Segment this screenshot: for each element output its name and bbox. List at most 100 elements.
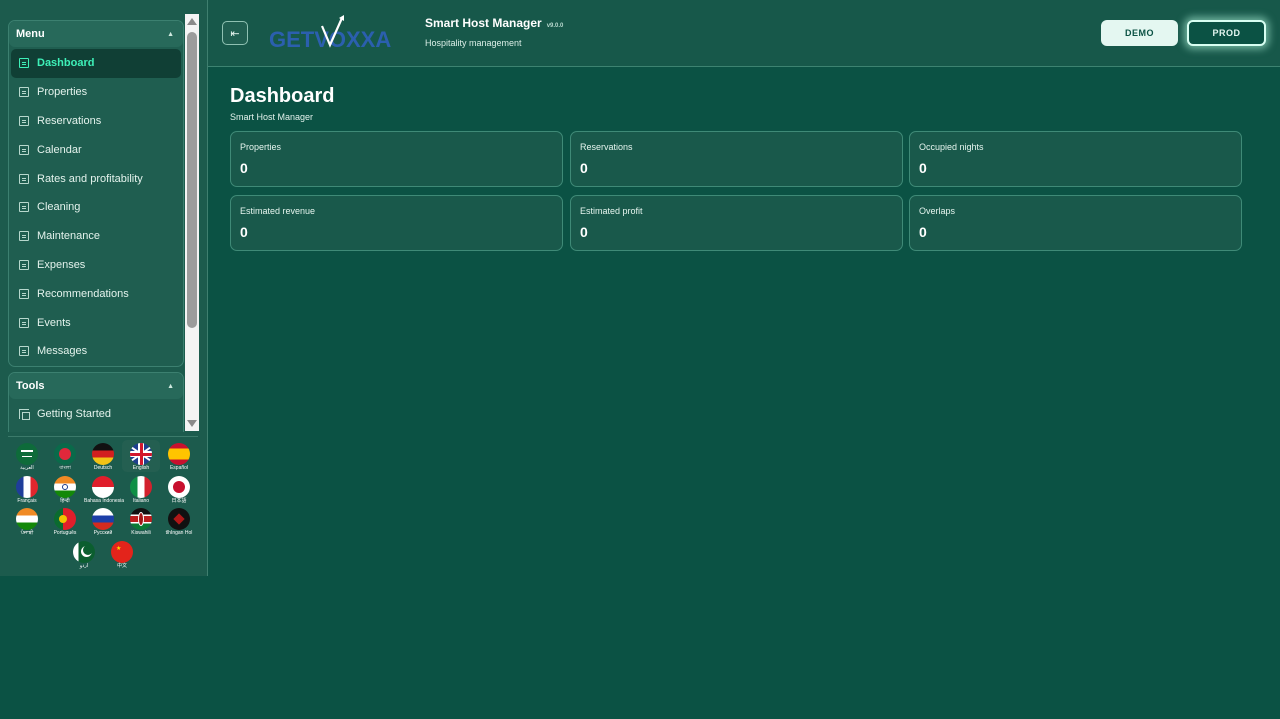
language-german[interactable]: Deutsch: [84, 443, 122, 472]
stat-card-estimated-profit: Estimated profit 0: [570, 195, 903, 251]
language-french[interactable]: Français: [8, 476, 46, 505]
language-punjabi[interactable]: ਪੰਜਾਬੀ: [8, 508, 46, 537]
language-label: English: [132, 465, 150, 471]
language-arabic[interactable]: العربية: [8, 443, 46, 472]
sidebar-item-label: Properties: [37, 86, 88, 99]
sidebar-item-label: Getting Started: [37, 408, 111, 421]
language-russian[interactable]: Русский: [84, 508, 122, 537]
portugal-flag-icon: [54, 508, 76, 530]
saudi-flag-icon: [16, 443, 38, 465]
page-icon: [19, 259, 29, 270]
stat-label: Overlaps: [919, 206, 956, 216]
sidebar-item-reservations[interactable]: Reservations: [9, 107, 183, 136]
sidebar-item-messages[interactable]: Messages: [9, 337, 183, 366]
menu-section-header[interactable]: Menu ▲: [9, 21, 183, 47]
scroll-up-arrow-icon[interactable]: [187, 18, 197, 25]
stat-value: 0: [240, 224, 248, 240]
germany-flag-icon: [92, 443, 114, 465]
language-label: ਪੰਜਾਬੀ: [20, 530, 34, 536]
sidebar-item-recommendations[interactable]: Recommendations: [9, 279, 183, 308]
language-selector: العربية বাংলা Deutsch English Español Fr…: [0, 440, 200, 576]
language-klingon[interactable]: tlhIngan Hol: [160, 508, 198, 537]
france-flag-icon: [16, 476, 38, 498]
getvoxxa-logo: GETVOXXA: [269, 15, 391, 52]
tools-section: Tools ▲ Getting Started: [8, 372, 184, 432]
language-label: tlhIngan Hol: [165, 530, 193, 536]
sidebar-item-maintenance[interactable]: Maintenance: [9, 222, 183, 251]
prod-button[interactable]: PROD: [1187, 20, 1266, 46]
language-hindi[interactable]: हिन्दी: [46, 476, 84, 505]
demo-button[interactable]: DEMO: [1101, 20, 1178, 46]
kenya-flag-icon: [130, 508, 152, 530]
language-bengali[interactable]: বাংলা: [46, 443, 84, 472]
page-icon: [19, 87, 29, 98]
sidebar-item-events[interactable]: Events: [9, 308, 183, 337]
sidebar-item-dashboard[interactable]: Dashboard: [11, 49, 181, 78]
page-icon: [19, 202, 29, 213]
page-subtitle: Smart Host Manager: [230, 112, 314, 122]
language-chinese[interactable]: ★ 中文: [103, 541, 141, 570]
sidebar-item-label: Reservations: [37, 114, 102, 127]
stat-value: 0: [919, 160, 927, 176]
sidebar-toggle-button[interactable]: ⇤: [222, 21, 248, 45]
tools-section-title: Tools: [16, 380, 45, 392]
sidebar-item-properties[interactable]: Properties: [9, 78, 183, 107]
sidebar-item-label: Expenses: [37, 258, 86, 271]
sidebar-item-label: Dashboard: [37, 57, 95, 70]
language-label: Português: [53, 530, 77, 536]
language-indonesian[interactable]: Bahasa Indonesia: [84, 476, 124, 505]
uk-flag-icon: [130, 443, 152, 465]
collapse-sidebar-icon: ⇤: [230, 27, 240, 40]
sidebar-item-label: Rates and profitability: [37, 172, 143, 185]
sidebar-item-expenses[interactable]: Expenses: [9, 251, 183, 280]
stat-label: Occupied nights: [919, 142, 984, 152]
app-version: v9.0.0: [546, 23, 564, 29]
stat-card-properties: Properties 0: [230, 131, 563, 187]
app-subtitle: Hospitality management: [425, 38, 522, 48]
page-icon: [19, 58, 29, 69]
language-label: Русский: [93, 530, 113, 536]
sidebar-item-cleaning[interactable]: Cleaning: [9, 193, 183, 222]
sidebar-item-label: Events: [37, 316, 71, 329]
page-icon: [19, 173, 29, 184]
collapse-caret-icon[interactable]: ▲: [167, 31, 174, 38]
sidebar-menu-scroll: Menu ▲ Dashboard Properties Reservations: [0, 0, 200, 432]
sidebar-item-label: Maintenance: [37, 230, 100, 243]
spain-flag-icon: [168, 443, 190, 465]
klingon-emblem-icon: [168, 508, 190, 530]
logo-text: GETVOXXA: [269, 27, 391, 52]
stat-label: Properties: [240, 142, 282, 152]
stat-card-overlaps: Overlaps 0: [909, 195, 1242, 251]
page-icon: [19, 288, 29, 299]
russia-flag-icon: [92, 508, 114, 530]
scroll-down-arrow-icon[interactable]: [187, 420, 197, 427]
language-urdu[interactable]: اردو: [65, 541, 103, 570]
language-swahili[interactable]: Kiswahili: [122, 508, 160, 537]
sidebar-item-label: Recommendations: [37, 287, 129, 300]
language-label: Deutsch: [93, 465, 113, 471]
stat-label: Reservations: [580, 142, 633, 152]
tools-section-header[interactable]: Tools ▲: [9, 373, 183, 399]
language-label: 日本語: [171, 498, 187, 504]
collapse-caret-icon[interactable]: ▲: [167, 383, 174, 390]
sidebar-item-calendar[interactable]: Calendar: [9, 135, 183, 164]
language-japanese[interactable]: 日本語: [160, 476, 198, 505]
sidebar-item-getting-started[interactable]: Getting Started: [9, 400, 183, 429]
language-spanish[interactable]: Español: [160, 443, 198, 472]
page-icon: [19, 115, 29, 126]
indonesia-flag-icon: [92, 476, 114, 498]
stat-card-occupied-nights: Occupied nights 0: [909, 131, 1242, 187]
app-title-text: Smart Host Manager: [425, 16, 542, 30]
language-portuguese[interactable]: Português: [46, 508, 84, 537]
divider: [8, 436, 198, 437]
page-title: Dashboard: [230, 85, 335, 107]
language-label: हिन्दी: [60, 498, 70, 504]
stat-value: 0: [580, 160, 588, 176]
language-english[interactable]: English: [122, 440, 160, 472]
sidebar-scrollbar[interactable]: [185, 14, 199, 431]
scrollbar-thumb[interactable]: [187, 32, 197, 328]
language-italian[interactable]: Italiano: [122, 476, 160, 505]
bangladesh-flag-icon: [54, 443, 76, 465]
sidebar-item-rates[interactable]: Rates and profitability: [9, 164, 183, 193]
language-label: Español: [169, 465, 189, 471]
